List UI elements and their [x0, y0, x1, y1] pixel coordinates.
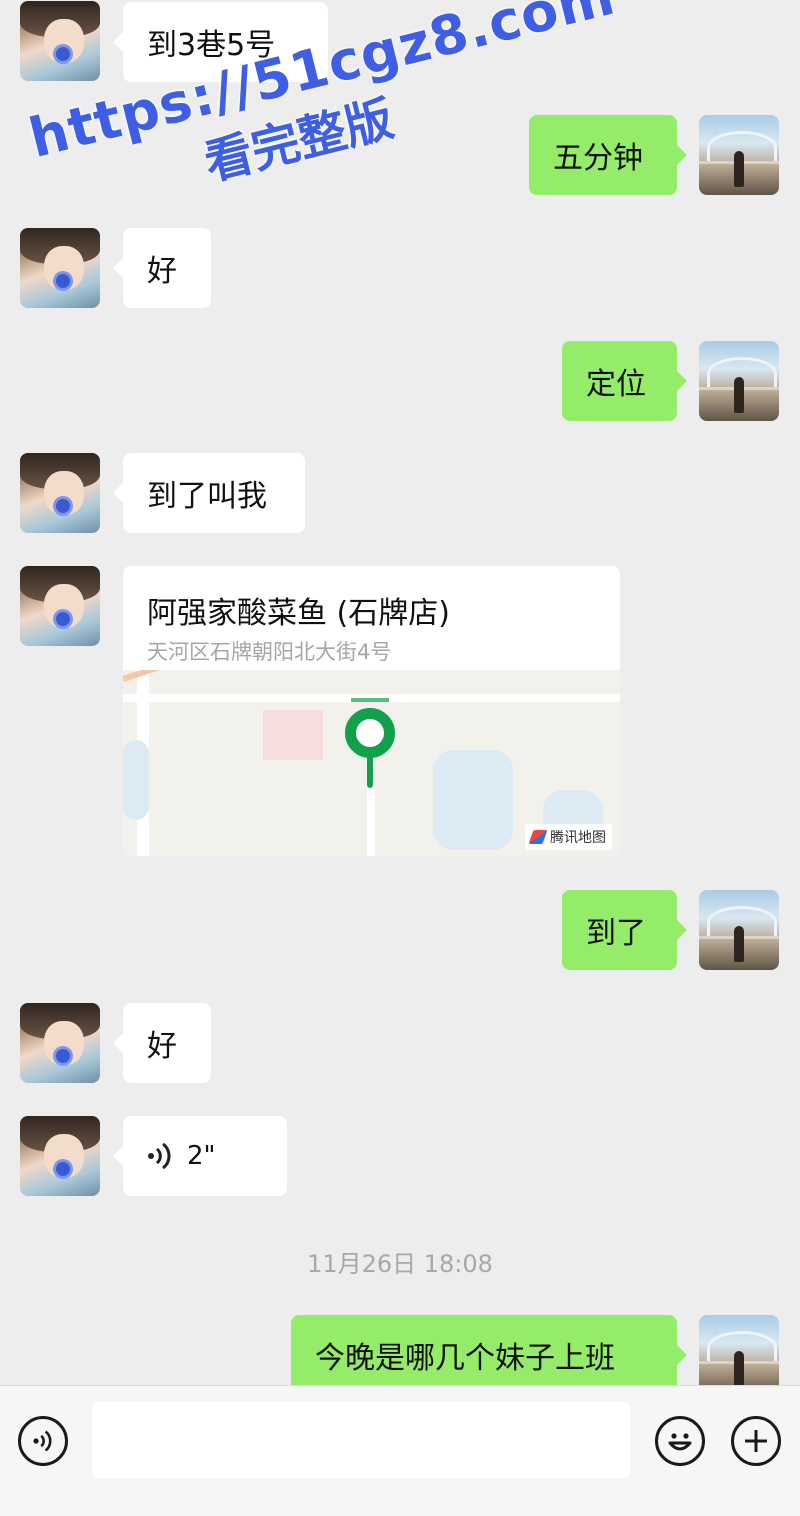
contact-avatar[interactable]: [20, 228, 100, 308]
voice-mode-icon: [33, 1430, 52, 1452]
voice-wave-icon: [148, 1142, 171, 1170]
message-bubble[interactable]: 好: [113, 1003, 211, 1083]
location-name: 阿强家酸菜鱼 (石牌店): [147, 596, 450, 631]
message-bubble[interactable]: 好: [113, 228, 211, 308]
voice-mode-button[interactable]: [18, 1416, 68, 1466]
plus-icon: [745, 1430, 767, 1452]
emoji-button[interactable]: [655, 1416, 705, 1466]
location-card[interactable]: 阿强家酸菜鱼 (石牌店) 天河区石牌朝阳北大街4号 腾讯地图: [123, 566, 620, 856]
chat-area[interactable]: 到3巷5号 五分钟 好 定位 到了叫我 阿强家酸菜鱼 (石牌店) 天河区石牌朝阳…: [0, 0, 800, 1385]
message-text: 到3巷5号: [147, 28, 276, 63]
contact-avatar[interactable]: [20, 1, 100, 81]
contact-avatar[interactable]: [20, 453, 100, 533]
message-bubble[interactable]: 今晚是哪几个妹子上班: [291, 1315, 687, 1385]
map-road: [367, 780, 375, 856]
location-address: 天河区石牌朝阳北大街4号: [147, 640, 392, 664]
contact-avatar[interactable]: [20, 1116, 100, 1196]
message-bubble[interactable]: 五分钟: [529, 115, 687, 195]
voice-duration: 2": [187, 1141, 216, 1171]
map-park: [123, 740, 149, 820]
more-options-button[interactable]: [731, 1416, 781, 1466]
message-bubble[interactable]: 定位: [562, 341, 687, 421]
map-pin-label: [351, 698, 389, 702]
message-bubble[interactable]: 到了: [562, 890, 687, 970]
map-provider-label: 腾讯地图: [550, 830, 606, 846]
user-avatar[interactable]: [699, 890, 779, 970]
user-avatar[interactable]: [699, 115, 779, 195]
voice-message[interactable]: 2": [113, 1116, 287, 1196]
user-avatar[interactable]: [699, 341, 779, 421]
message-text: 五分钟: [553, 141, 643, 176]
map-road: [123, 670, 201, 682]
input-bar: [0, 1385, 800, 1516]
message-text: 到了叫我: [147, 479, 267, 514]
message-bubble[interactable]: 到3巷5号: [113, 2, 328, 82]
emoji-icon: [668, 1433, 692, 1451]
map-block: [263, 710, 323, 760]
map-provider-logo: 腾讯地图: [525, 824, 612, 850]
chat-timestamp: 11月26日 18:08: [307, 1250, 493, 1278]
tencent-map-icon: [528, 830, 548, 844]
message-bubble[interactable]: 到了叫我: [113, 453, 305, 533]
map-park: [433, 750, 513, 850]
contact-avatar[interactable]: [20, 566, 100, 646]
map-pin-stem: [367, 756, 373, 788]
message-text: 好: [147, 254, 177, 289]
map-preview[interactable]: 腾讯地图: [123, 670, 620, 856]
message-text: 到了: [586, 916, 646, 951]
user-avatar[interactable]: [699, 1315, 779, 1385]
map-pin-icon: [345, 708, 395, 758]
message-text: 好: [147, 1029, 177, 1064]
message-text: 定位: [586, 367, 646, 402]
message-text: 今晚是哪几个妹子上班: [315, 1341, 615, 1376]
contact-avatar[interactable]: [20, 1003, 100, 1083]
message-input[interactable]: [92, 1402, 630, 1478]
